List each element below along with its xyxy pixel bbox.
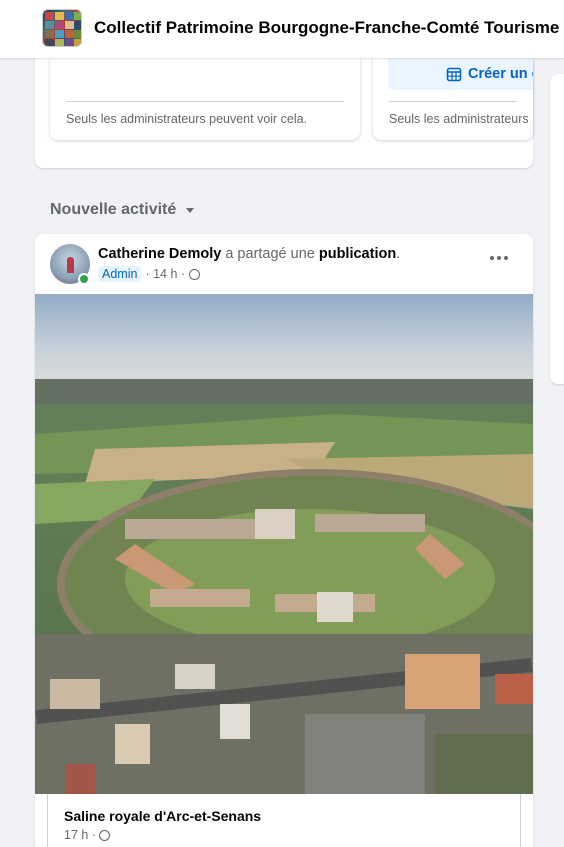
feed-post: Catherine Demoly a partagé une publicati… [35,234,533,847]
aerial-photo-image [35,294,533,794]
shared-post-timestamp[interactable]: 17 h · [64,828,96,842]
shared-post-author[interactable]: Saline royale d'Arc-et-Senans [64,808,261,824]
caret-down-icon [186,207,195,213]
create-event-label: Créer un é [468,66,533,82]
post-action-text: a partagé une [221,246,319,262]
divider [389,101,517,102]
group-title[interactable]: Collectif Patrimoine Bourgogne-Franche-C… [94,18,559,38]
group-header: Collectif Patrimoine Bourgogne-Franche-C… [0,0,564,58]
post-timestamp[interactable]: · 14 h · [145,267,185,281]
group-cover-thumbnail[interactable] [42,9,82,47]
create-event-button[interactable]: Créer un é [388,58,533,90]
more-options-icon[interactable] [490,254,510,262]
shared-post-meta: 17 h · [64,828,110,842]
admin-card-right: Créer un é Seuls les administrateurs p [373,58,533,140]
post-meta: Admin · 14 h · [98,266,201,282]
post-header: Catherine Demoly a partagé une publicati… [98,246,400,262]
post-photo[interactable] [35,294,533,794]
shared-post-card[interactable]: Saline royale d'Arc-et-Senans 17 h · [47,794,521,847]
divider [66,101,344,102]
admin-only-note: Seuls les administrateurs p [389,112,533,126]
online-status-icon [78,273,90,285]
globe-icon [98,829,110,841]
feed-sort-dropdown[interactable]: Nouvelle activité [50,201,195,219]
admin-card-left: Seuls les administrateurs peuvent voir c… [50,58,360,140]
shared-object-link[interactable]: publication [319,246,396,262]
side-panel [550,74,564,384]
admin-badge[interactable]: Admin [98,266,142,282]
calendar-icon [446,67,462,82]
post-action-period: . [396,246,401,262]
author-name[interactable]: Catherine Demoly [98,246,221,262]
admin-only-note: Seuls les administrateurs peuvent voir c… [66,112,308,126]
group-audience-icon [189,268,201,280]
feed-sort-label: Nouvelle activité [50,201,177,218]
